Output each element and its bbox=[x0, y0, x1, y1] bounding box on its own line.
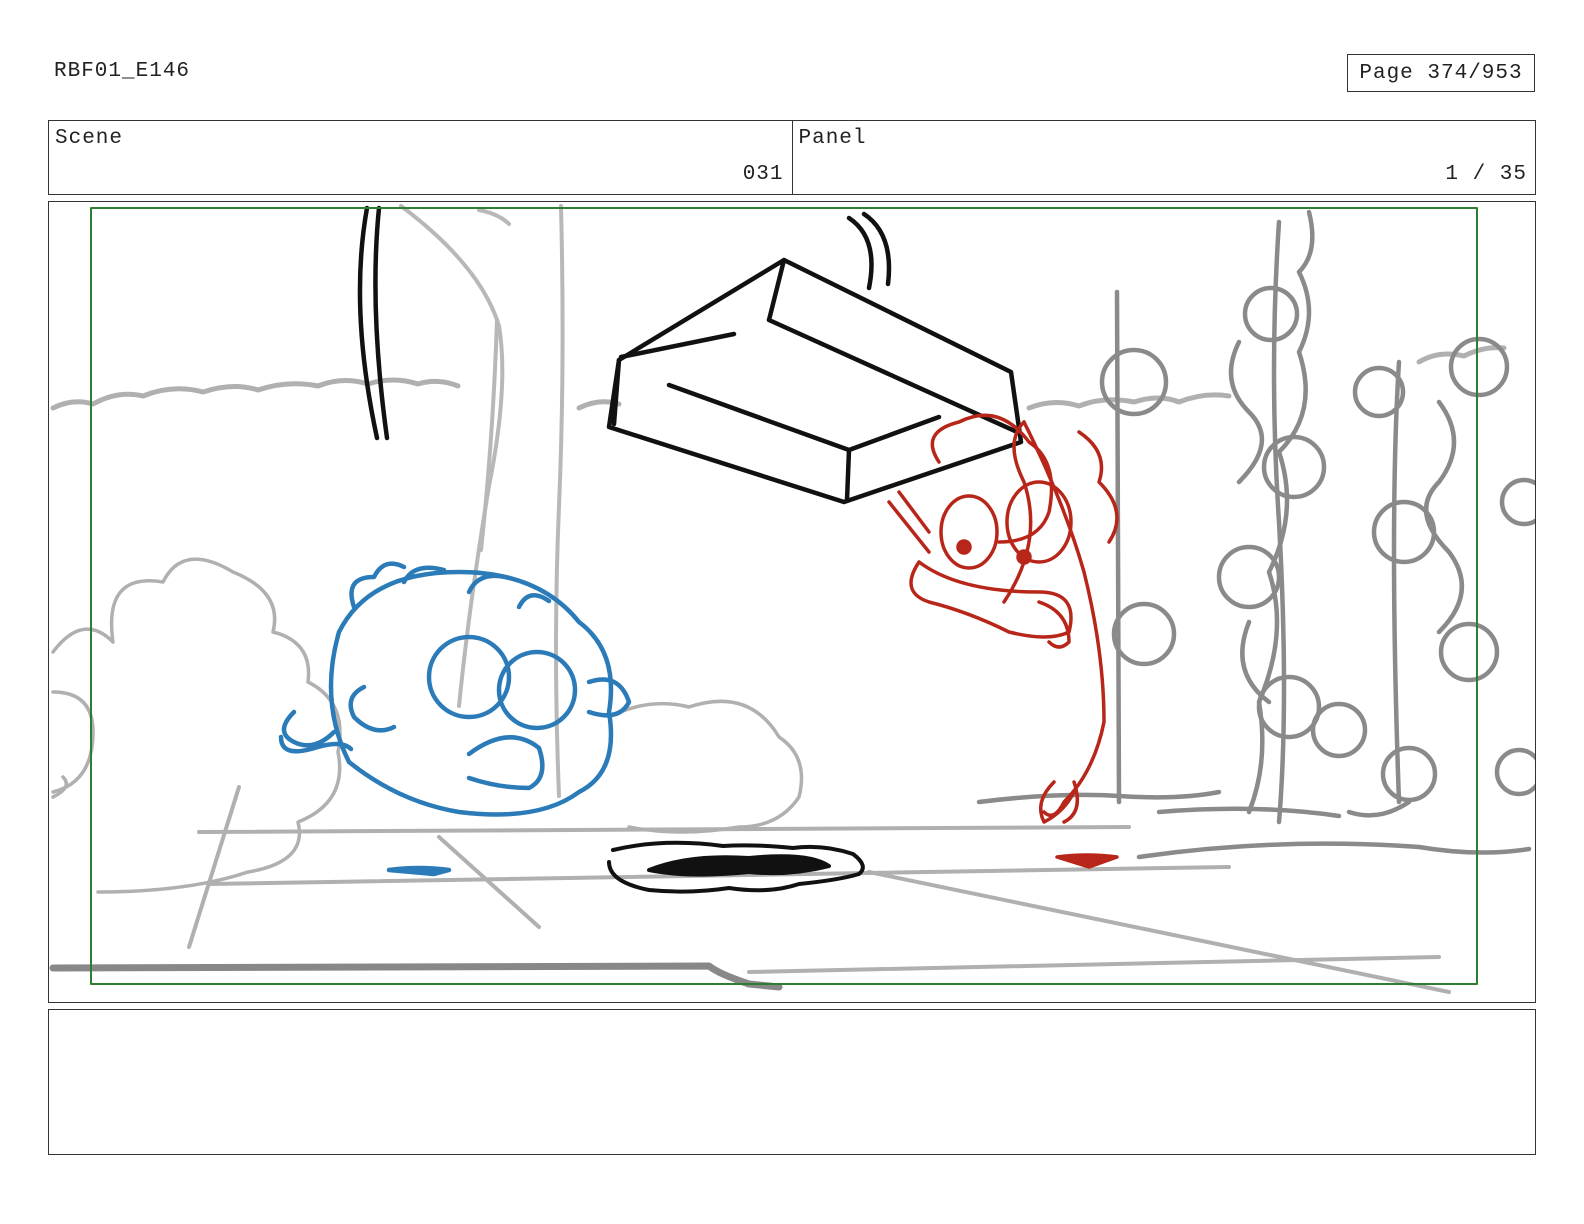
blue-character bbox=[278, 561, 632, 877]
ground-shadow bbox=[607, 840, 865, 894]
storyboard-frame bbox=[48, 201, 1536, 1003]
scene-number: 031 bbox=[742, 163, 784, 186]
notes-box bbox=[48, 1009, 1536, 1155]
info-row: Scene 031 Panel 1 / 35 bbox=[48, 120, 1536, 195]
tomato-vines bbox=[976, 209, 1535, 860]
panel-number: 1 / 35 bbox=[1445, 163, 1527, 186]
scene-cell: Scene 031 bbox=[49, 121, 792, 194]
document-code: RBF01_E146 bbox=[54, 60, 191, 83]
panel-label: Panel bbox=[798, 127, 867, 150]
tree-trunk bbox=[399, 204, 565, 798]
page-indicator: Page 374/953 bbox=[1347, 54, 1535, 92]
scene-label: Scene bbox=[55, 127, 124, 150]
falling-box bbox=[357, 205, 1024, 505]
panel-cell: Panel 1 / 35 bbox=[791, 121, 1536, 194]
storyboard-drawing bbox=[49, 204, 1535, 994]
hedge-line bbox=[50, 345, 1507, 411]
ground-lines bbox=[187, 785, 1451, 994]
